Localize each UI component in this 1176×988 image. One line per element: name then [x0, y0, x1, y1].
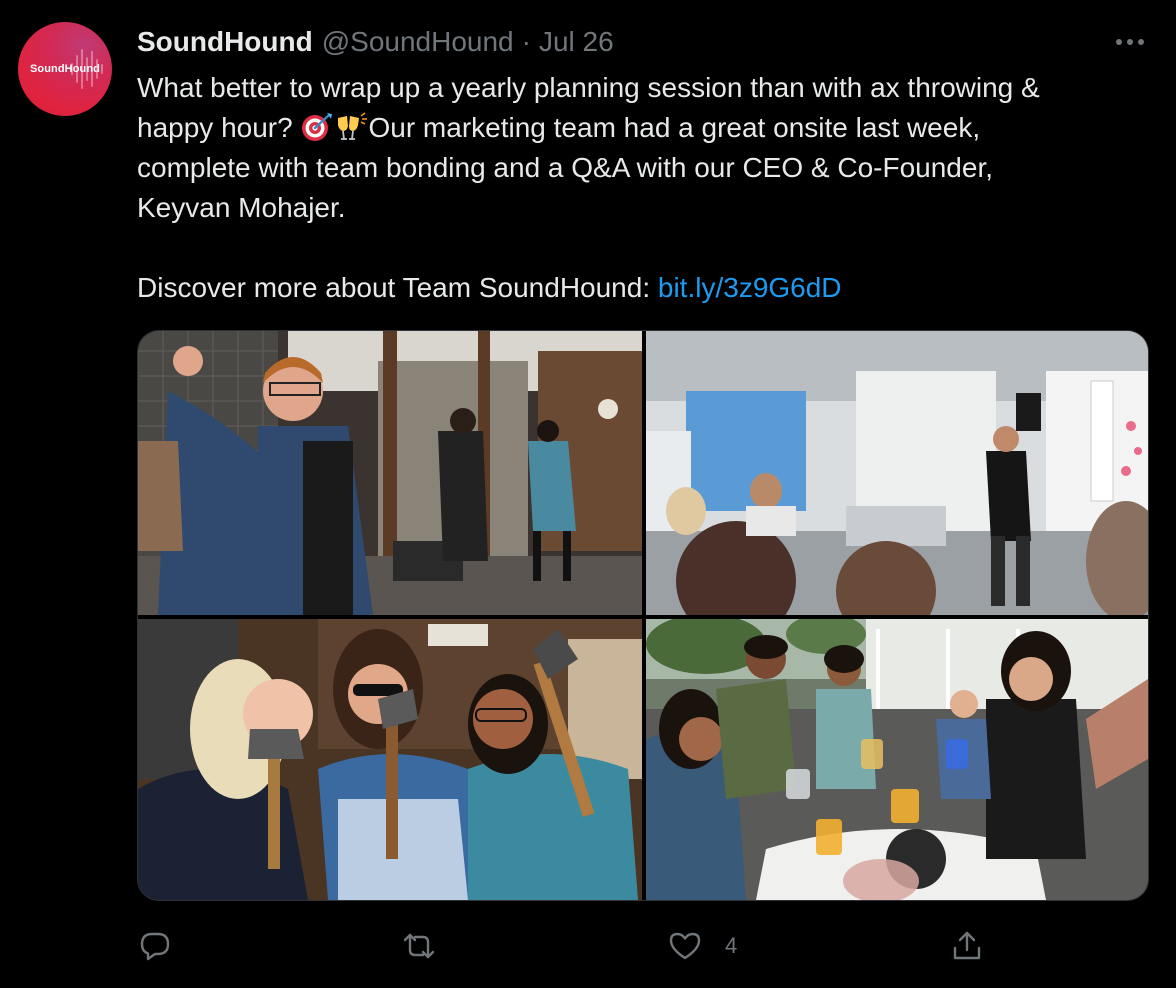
retweet-button[interactable]	[401, 924, 437, 968]
like-button[interactable]: 4	[667, 924, 737, 968]
tweet-actions: 4	[137, 924, 1147, 968]
tweet-text: What better to wrap up a yearly planning…	[137, 68, 1147, 308]
team-with-axes-photo[interactable]	[138, 619, 642, 900]
reply-icon	[140, 932, 170, 961]
share-button[interactable]	[949, 924, 985, 968]
tweet-text-fragment: Our marketing team had a great onsite la…	[368, 112, 981, 143]
share-icon	[953, 931, 981, 960]
more-dots-icon	[1116, 39, 1144, 45]
tweet-text-line: complete with team bonding and a Q&A wit…	[137, 152, 994, 183]
like-count: 4	[725, 933, 738, 958]
heart-icon	[669, 932, 701, 960]
discover-line: Discover more about Team SoundHound: bit…	[137, 268, 1147, 308]
avatar-logo-text: SoundHound	[29, 63, 101, 75]
tweet-link[interactable]: bit.ly/3z9G6dD	[658, 272, 842, 303]
tweet-text-line: Keyvan Mohajer.	[137, 192, 346, 223]
media-grid	[137, 330, 1149, 901]
direct-hit-icon	[302, 113, 333, 141]
ceo-qa-photo[interactable]	[646, 331, 1148, 615]
tweet-text-line: happy hour? Our marketing team had a gre…	[137, 108, 1147, 148]
tweet[interactable]: SoundHound SoundHound @SoundHound · Jul …	[0, 0, 1176, 988]
discover-text: Discover more about Team SoundHound:	[137, 272, 658, 303]
tweet-text-line: What better to wrap up a yearly planning…	[137, 72, 1040, 103]
separator-dot: ·	[521, 26, 531, 57]
tweet-header: SoundHound @SoundHound · Jul 26	[137, 26, 614, 60]
retweet-icon	[403, 933, 435, 959]
avatar[interactable]: SoundHound	[18, 22, 112, 116]
more-options-button[interactable]	[1112, 30, 1148, 54]
reply-button[interactable]	[137, 924, 173, 968]
tweet-text-fragment: happy hour?	[137, 112, 301, 143]
happy-hour-toast-photo[interactable]	[646, 619, 1148, 900]
tweet-date[interactable]: Jul 26	[539, 26, 614, 58]
display-name[interactable]: SoundHound	[137, 26, 313, 58]
ax-throwing-photo[interactable]	[138, 331, 642, 615]
clinking-glasses-icon	[338, 112, 368, 140]
user-handle[interactable]: @SoundHound	[322, 26, 514, 58]
